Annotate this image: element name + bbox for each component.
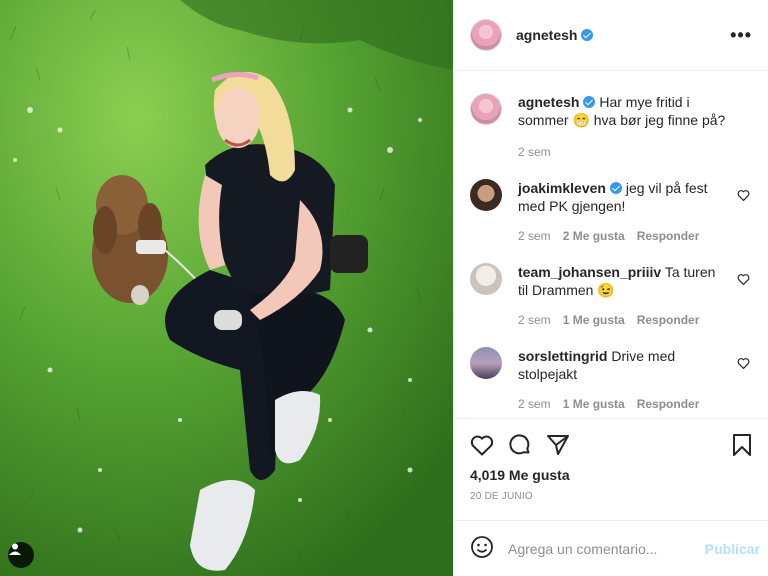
comment-item: joakimkleven jeg vil på fest med PK gjen… — [470, 179, 752, 245]
comment-item: team_johansen_priiiv Ta turen til Dramme… — [470, 263, 752, 329]
post-date[interactable]: 20 DE JUNIO — [470, 491, 752, 502]
action-icons — [470, 419, 752, 467]
verified-badge-icon — [609, 182, 622, 194]
caption-body: agnetesh Har mye fritid i sommer 😁 hva b… — [518, 93, 752, 161]
add-comment-bar: Publicar — [454, 520, 768, 576]
heart-icon[interactable] — [470, 434, 494, 459]
more-options-icon[interactable]: ••• — [730, 26, 752, 44]
photo-scene — [0, 0, 453, 576]
comment-username[interactable]: sorslettingrid — [518, 348, 607, 364]
comment-time[interactable]: 2 sem — [518, 311, 551, 329]
comment-like-heart-icon[interactable] — [737, 189, 750, 204]
post-details-panel: agnetesh ••• agnetesh Har mye fritid i s… — [453, 0, 768, 576]
comment-meta: 2 sem 1 Me gusta Responder — [518, 311, 728, 329]
comment-text-line: joakimkleven jeg vil på fest med PK gjen… — [518, 179, 728, 215]
caption-meta: 2 sem — [518, 143, 728, 161]
comment-body: joakimkleven jeg vil på fest med PK gjen… — [518, 179, 752, 245]
share-icon[interactable] — [546, 434, 570, 459]
commenter-avatar[interactable] — [470, 347, 502, 379]
publish-button[interactable]: Publicar — [705, 541, 760, 557]
caption-time[interactable]: 2 sem — [518, 143, 551, 161]
caption-avatar[interactable] — [470, 93, 502, 125]
comment-body: sorslettingrid Drive med stolpejakt 2 se… — [518, 347, 752, 413]
comment-likes[interactable]: 1 Me gusta — [563, 311, 625, 329]
comment-username[interactable]: team_johansen_priiiv — [518, 264, 661, 280]
comment-like-heart-icon[interactable] — [737, 357, 750, 372]
comment-text-line: sorslettingrid Drive med stolpejakt — [518, 347, 728, 383]
comments-list[interactable]: agnetesh Har mye fritid i sommer 😁 hva b… — [454, 71, 768, 418]
bookmark-icon[interactable] — [732, 433, 752, 460]
comment-like-heart-icon[interactable] — [737, 273, 750, 288]
comment-input[interactable] — [508, 540, 705, 557]
verified-badge-icon — [583, 96, 596, 108]
comment-icon[interactable] — [508, 433, 532, 460]
user-tag-icon[interactable] — [8, 542, 34, 568]
reply-button[interactable]: Responder — [637, 311, 700, 329]
comment-time[interactable]: 2 sem — [518, 395, 551, 413]
caption-text-line: agnetesh Har mye fritid i sommer 😁 hva b… — [518, 93, 728, 129]
comment-body: team_johansen_priiiv Ta turen til Dramme… — [518, 263, 752, 329]
instagram-post-modal: agnetesh ••• agnetesh Har mye fritid i s… — [0, 0, 768, 576]
commenter-avatar[interactable] — [470, 263, 502, 295]
reply-button[interactable]: Responder — [637, 227, 700, 245]
emoji-icon[interactable] — [470, 535, 494, 562]
author-avatar[interactable] — [470, 19, 502, 51]
comment-username[interactable]: joakimkleven — [518, 180, 606, 196]
verified-badge-icon — [581, 29, 594, 41]
comment-time[interactable]: 2 sem — [518, 227, 551, 245]
comment-text-line: team_johansen_priiiv Ta turen til Dramme… — [518, 263, 728, 299]
comment-meta: 2 sem 2 Me gusta Responder — [518, 227, 728, 245]
comment-likes[interactable]: 2 Me gusta — [563, 227, 625, 245]
caption-username[interactable]: agnetesh — [518, 94, 579, 110]
post-header: agnetesh ••• — [454, 0, 768, 71]
caption: agnetesh Har mye fritid i sommer 😁 hva b… — [470, 93, 752, 161]
comment-meta: 2 sem 1 Me gusta Responder — [518, 395, 728, 413]
post-photo[interactable] — [0, 0, 453, 576]
commenter-avatar[interactable] — [470, 179, 502, 211]
author-username[interactable]: agnetesh — [516, 27, 577, 43]
comment-likes[interactable]: 1 Me gusta — [563, 395, 625, 413]
reply-button[interactable]: Responder — [637, 395, 700, 413]
likes-count[interactable]: 4,019 Me gusta — [470, 467, 752, 483]
comment-item: sorslettingrid Drive med stolpejakt 2 se… — [470, 347, 752, 413]
